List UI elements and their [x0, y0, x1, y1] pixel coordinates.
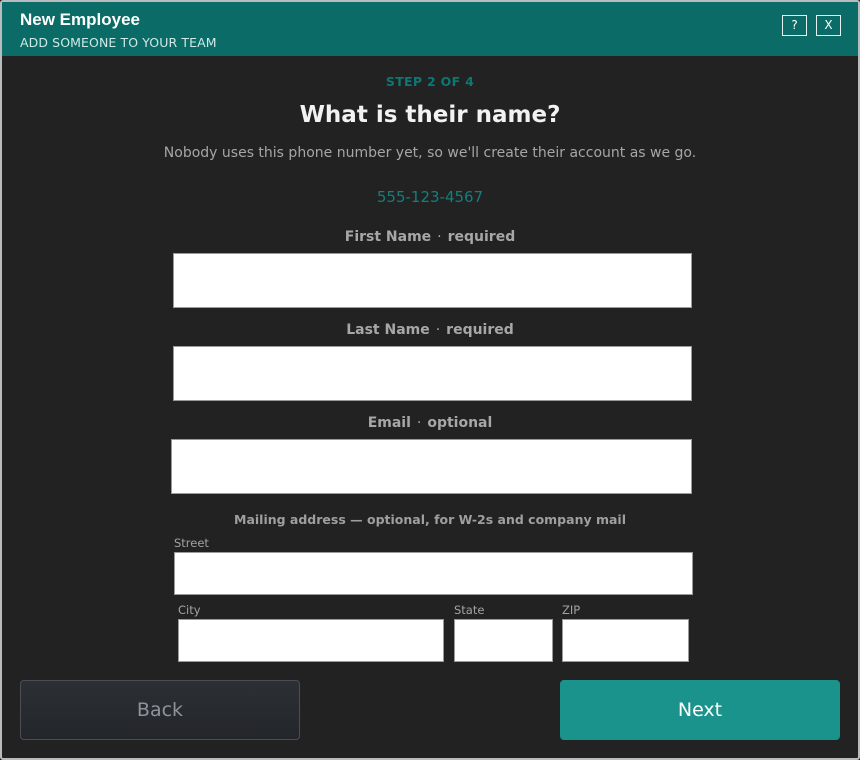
- phone-number: 555-123-4567: [376, 188, 484, 206]
- zip-input[interactable]: [562, 619, 689, 662]
- last-name-label: Last Name · required: [2, 322, 858, 338]
- email-qualifier: optional: [427, 415, 493, 431]
- close-button[interactable]: X: [816, 15, 841, 36]
- email-label-text: Email: [367, 415, 411, 431]
- dialog-subtitle: ADD SOMEONE TO YOUR TEAM: [20, 35, 217, 50]
- email-label: Email · optional: [2, 415, 858, 431]
- new-employee-dialog: New Employee ADD SOMEONE TO YOUR TEAM ? …: [0, 0, 860, 760]
- zip-label: ZIP: [562, 603, 581, 617]
- dialog-title: New Employee: [20, 10, 140, 29]
- street-label: Street: [174, 536, 209, 550]
- last-name-label-text: Last Name: [346, 322, 430, 338]
- label-separator: ·: [437, 229, 442, 245]
- city-label: City: [178, 603, 201, 617]
- label-separator: ·: [416, 415, 422, 431]
- next-button[interactable]: Next: [560, 680, 840, 740]
- street-input[interactable]: [174, 552, 693, 595]
- email-input[interactable]: [171, 439, 692, 494]
- back-button[interactable]: Back: [20, 680, 300, 740]
- first-name-label: First Name · required: [2, 229, 858, 245]
- help-button[interactable]: ?: [782, 15, 807, 36]
- first-name-qualifier: required: [447, 229, 516, 245]
- page-title: What is their name?: [299, 102, 561, 128]
- last-name-qualifier: required: [446, 322, 514, 338]
- state-label: State: [454, 603, 485, 617]
- first-name-label-text: First Name: [344, 229, 432, 245]
- page-description: Nobody uses this phone number yet, so we…: [163, 145, 697, 161]
- first-name-input[interactable]: [173, 253, 692, 308]
- title-bar: New Employee ADD SOMEONE TO YOUR TEAM ? …: [2, 2, 858, 56]
- step-indicator: STEP 2 OF 4: [385, 74, 475, 89]
- label-separator: ·: [435, 322, 441, 338]
- mailing-address-heading: Mailing address — optional, for W-2s and…: [234, 512, 626, 527]
- city-input[interactable]: [178, 619, 444, 662]
- last-name-input[interactable]: [173, 346, 692, 401]
- state-input[interactable]: [454, 619, 553, 662]
